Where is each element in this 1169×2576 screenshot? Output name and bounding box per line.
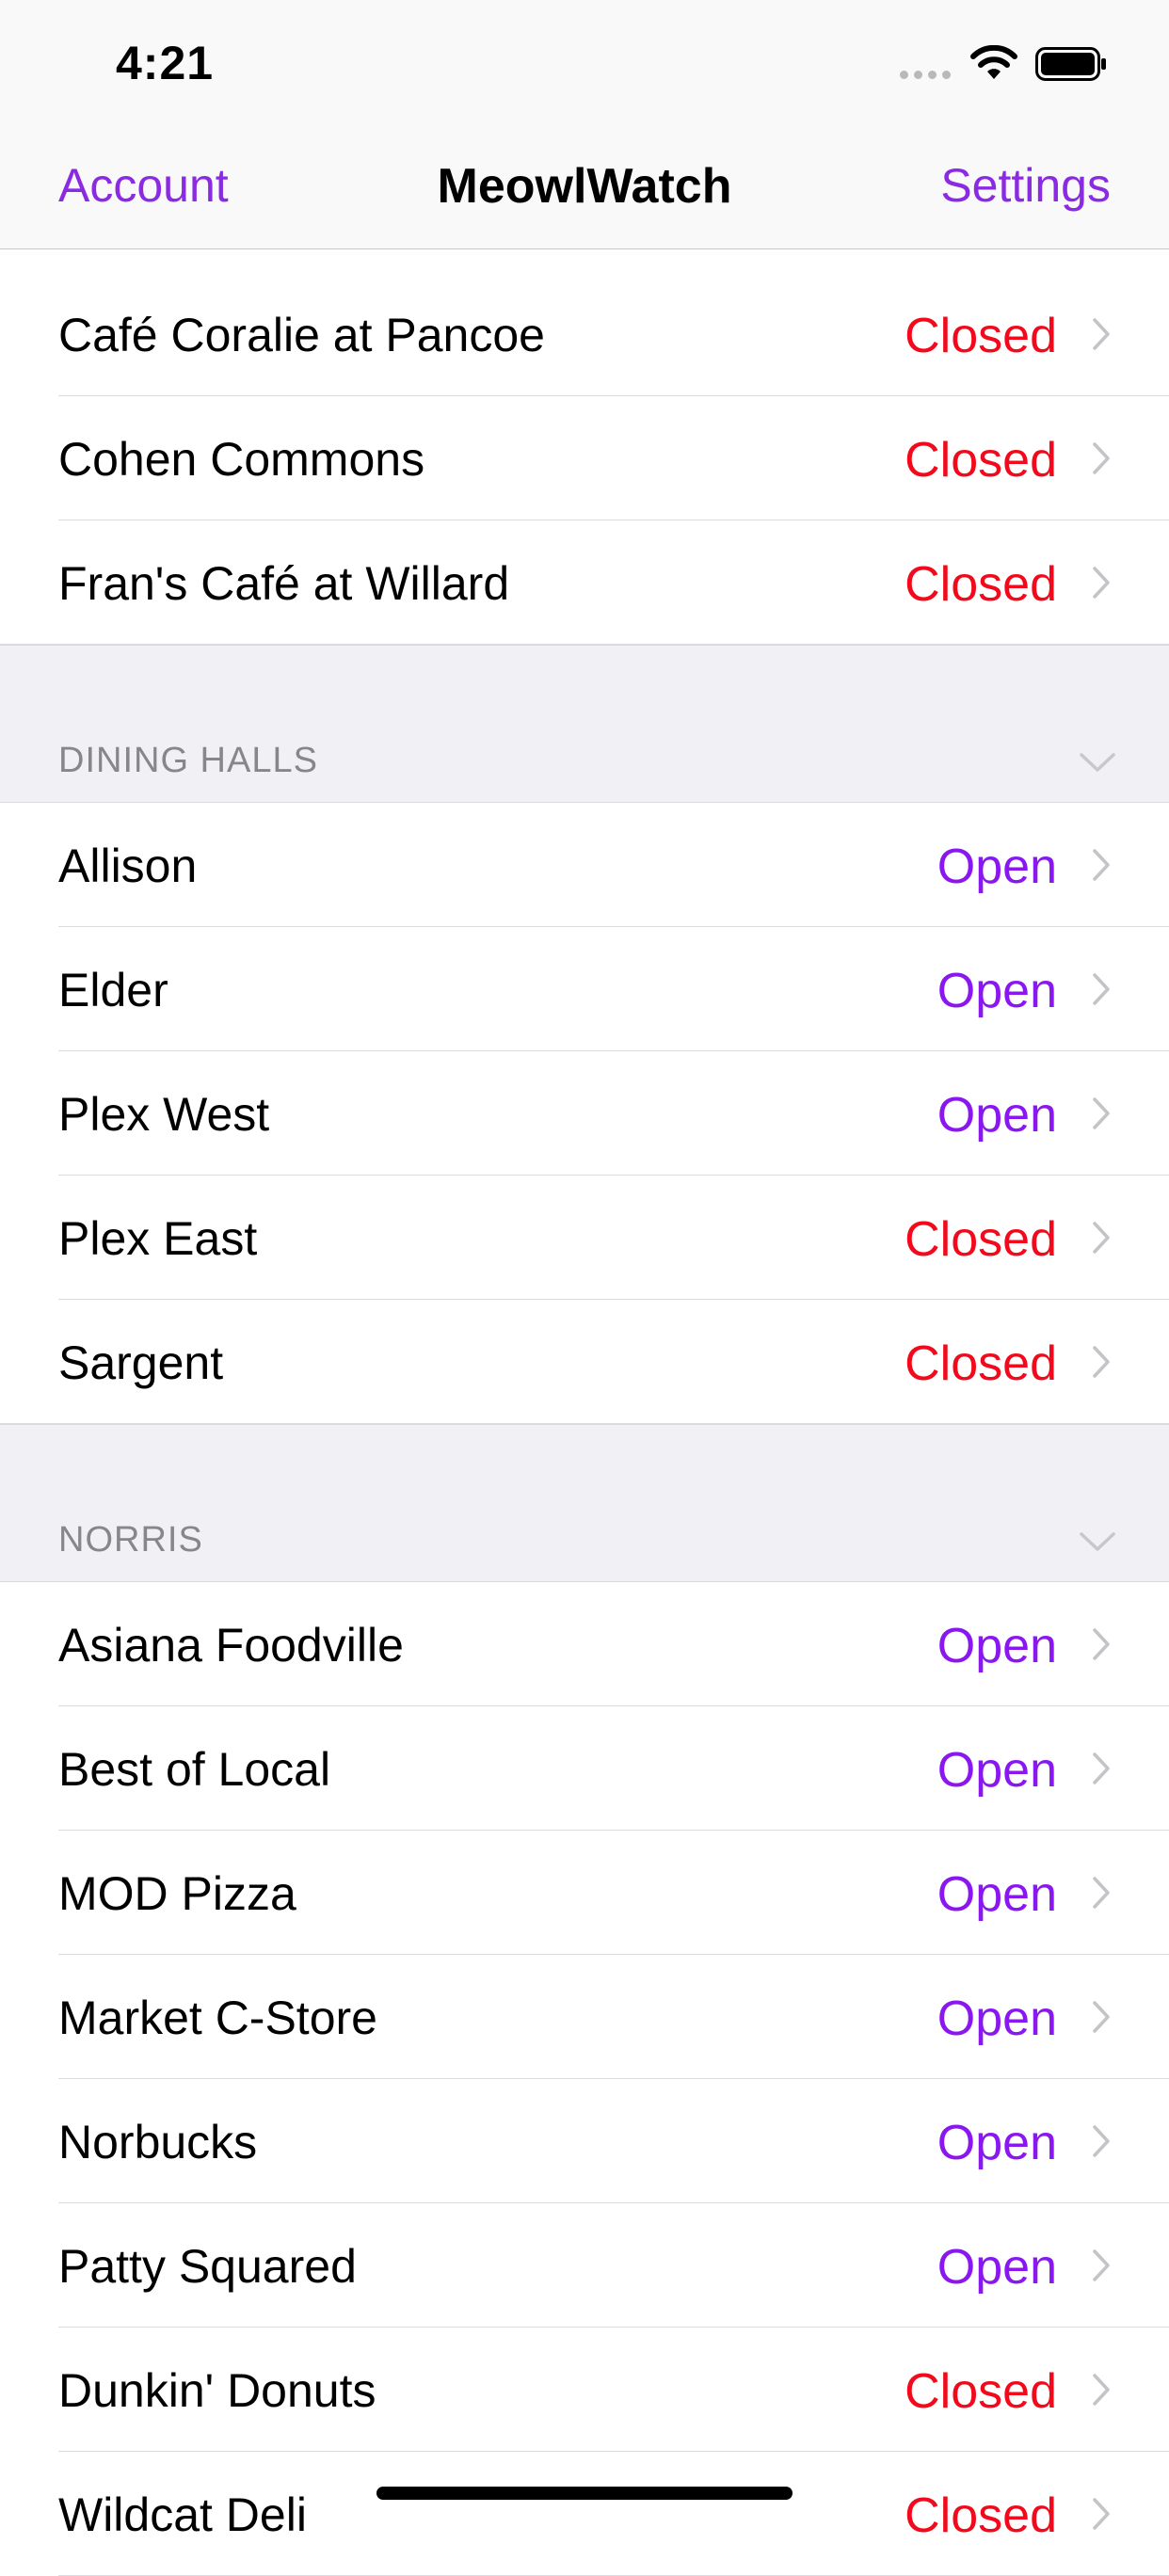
- section-title: NORRIS: [58, 1520, 203, 1560]
- status-label: Open: [937, 1867, 1057, 1922]
- location-name: Plex West: [58, 1088, 270, 1141]
- status-label: Closed: [905, 2364, 1057, 2419]
- chevron-right-icon: [1093, 567, 1110, 599]
- list-item[interactable]: Allison Open: [0, 803, 1169, 927]
- list-item[interactable]: Norbucks Open: [0, 2079, 1169, 2203]
- location-name: Best of Local: [58, 1743, 331, 1796]
- list-item[interactable]: Patty Squared Open: [0, 2203, 1169, 2328]
- location-name: Sargent: [58, 1336, 224, 1389]
- list-item[interactable]: Dunkin' Donuts Closed: [0, 2328, 1169, 2452]
- location-list[interactable]: Café Coralie at Pancoe Closed Cohen Common…: [0, 272, 1169, 2576]
- location-name: Allison: [58, 840, 198, 892]
- status-label: Open: [937, 964, 1057, 1018]
- status-label: Closed: [905, 309, 1057, 363]
- status-label: Open: [937, 2116, 1057, 2170]
- list-item[interactable]: Elder Open: [0, 927, 1169, 1051]
- location-name: Norbucks: [58, 2116, 258, 2168]
- chevron-right-icon: [1093, 2001, 1110, 2033]
- navigation-bar: Account MeowlWatch Settings: [0, 124, 1169, 249]
- location-name: Cohen Commons: [58, 433, 425, 486]
- list-item[interactable]: Market C-Store Open: [0, 1955, 1169, 2079]
- status-label: Closed: [905, 2488, 1057, 2543]
- location-name: MOD Pizza: [58, 1867, 296, 1920]
- chevron-right-icon: [1093, 2249, 1110, 2281]
- list-item[interactable]: Wildcat Deli Closed: [0, 2452, 1169, 2576]
- list-item[interactable]: Plex East Closed: [0, 1176, 1169, 1300]
- location-name: Elder: [58, 964, 168, 1016]
- list-item[interactable]: Asiana Foodville Open: [0, 1582, 1169, 1706]
- settings-button[interactable]: Settings: [940, 158, 1111, 213]
- location-name: Plex East: [58, 1212, 258, 1265]
- status-label: Closed: [905, 557, 1057, 612]
- chevron-right-icon: [1093, 849, 1110, 881]
- status-label: Closed: [905, 433, 1057, 488]
- list-item[interactable]: Plex West Open: [0, 1051, 1169, 1176]
- chevron-right-icon: [1093, 1628, 1110, 1660]
- wifi-icon: [970, 45, 1017, 79]
- status-label: Open: [937, 840, 1057, 894]
- list-item[interactable]: Cohen Commons Closed: [0, 396, 1169, 520]
- list-item[interactable]: Café Coralie at Pancoe Closed: [0, 272, 1169, 396]
- status-label: Open: [937, 1619, 1057, 1673]
- home-indicator[interactable]: [376, 2487, 793, 2500]
- location-name: Fran's Café at Willard: [58, 557, 510, 610]
- chevron-right-icon: [1093, 1877, 1110, 1909]
- section-header[interactable]: DINING HALLS: [0, 645, 1169, 803]
- chevron-right-icon: [1093, 2498, 1110, 2530]
- location-name: Wildcat Deli: [58, 2488, 307, 2541]
- cellular-signal-icon: [900, 71, 951, 79]
- list-item[interactable]: Best of Local Open: [0, 1706, 1169, 1831]
- section-header[interactable]: NORRIS: [0, 1424, 1169, 1582]
- chevron-right-icon: [1093, 1346, 1110, 1378]
- chevron-right-icon: [1093, 318, 1110, 350]
- status-bar: 4:21: [0, 0, 1169, 124]
- chevron-down-icon[interactable]: [1079, 1530, 1116, 1553]
- status-label: Open: [937, 1088, 1057, 1143]
- chevron-right-icon: [1093, 1097, 1110, 1129]
- section-title: DINING HALLS: [58, 741, 318, 780]
- chevron-right-icon: [1093, 1222, 1110, 1254]
- status-time: 4:21: [116, 37, 215, 89]
- location-name: Asiana Foodville: [58, 1619, 404, 1672]
- chevron-right-icon: [1093, 1752, 1110, 1784]
- status-label: Open: [937, 1992, 1057, 2046]
- status-label: Closed: [905, 1336, 1057, 1391]
- chevron-right-icon: [1093, 442, 1110, 474]
- chevron-right-icon: [1093, 973, 1110, 1005]
- chevron-down-icon[interactable]: [1079, 751, 1116, 774]
- location-name: Market C-Store: [58, 1992, 377, 2044]
- location-name: Café Coralie at Pancoe: [58, 309, 545, 361]
- location-name: Dunkin' Donuts: [58, 2364, 376, 2417]
- list-item[interactable]: MOD Pizza Open: [0, 1831, 1169, 1955]
- status-label: Closed: [905, 1212, 1057, 1267]
- status-label: Open: [937, 1743, 1057, 1798]
- chevron-right-icon: [1093, 2374, 1110, 2406]
- list-item[interactable]: Sargent Closed: [0, 1300, 1169, 1424]
- list-item[interactable]: Fran's Café at Willard Closed: [0, 520, 1169, 645]
- chevron-right-icon: [1093, 2125, 1110, 2157]
- battery-icon: [1035, 47, 1106, 81]
- status-label: Open: [937, 2240, 1057, 2295]
- location-name: Patty Squared: [58, 2240, 357, 2293]
